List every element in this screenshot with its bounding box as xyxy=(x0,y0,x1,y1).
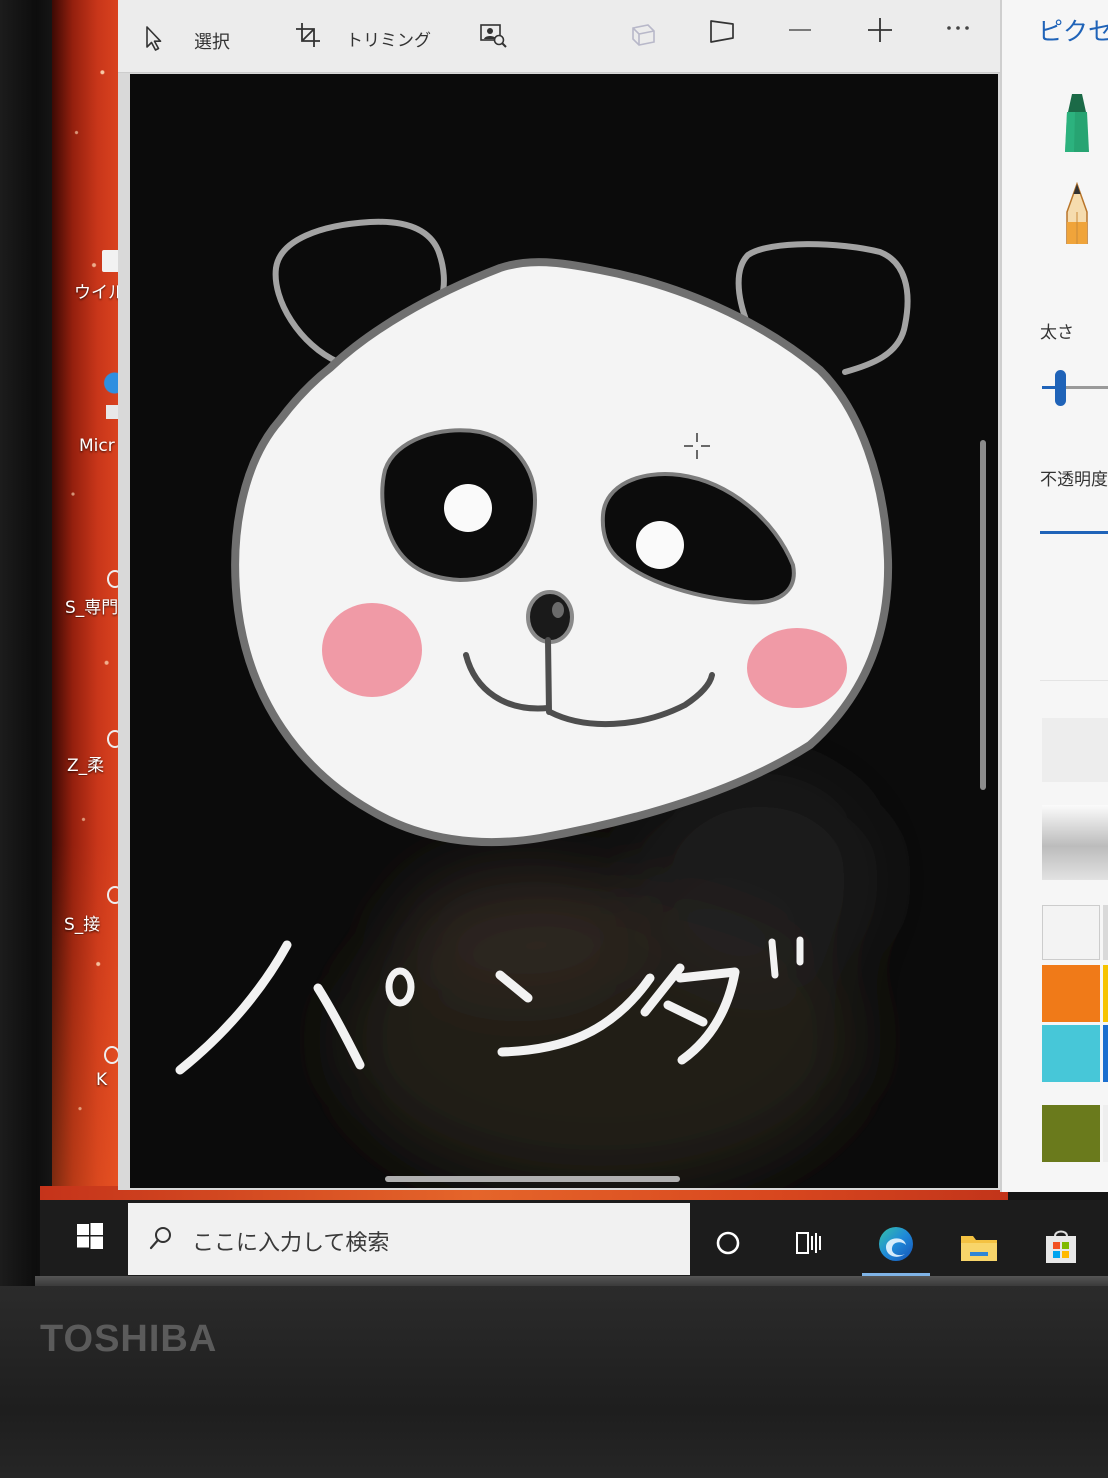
panel-title: ピクセ xyxy=(1038,17,1108,46)
windows-start-icon[interactable] xyxy=(77,1223,103,1249)
opacity-slider[interactable] xyxy=(1040,531,1108,534)
panda-face xyxy=(231,258,893,847)
panda-right-cheek xyxy=(747,628,847,708)
drawing-canvas[interactable] xyxy=(130,74,998,1188)
panda-left-pupil xyxy=(444,484,492,532)
color-swatch[interactable] xyxy=(1042,1105,1100,1162)
brand-logo: TOSHIBA xyxy=(40,1318,218,1360)
more-icon[interactable] xyxy=(943,13,973,43)
select-arrow-icon[interactable] xyxy=(138,23,168,53)
taskbar-search-box[interactable]: ここに入力して検索 xyxy=(128,1203,690,1275)
thickness-label: 太さ xyxy=(1040,323,1074,343)
3d-view-icon[interactable] xyxy=(707,17,737,47)
edge-icon[interactable] xyxy=(877,1225,915,1263)
pencil-icon[interactable] xyxy=(1060,182,1094,244)
horizontal-scrollbar-thumb[interactable] xyxy=(385,1176,680,1182)
paint3d-window: 選択 トリミング xyxy=(118,0,1000,1190)
magic-select-icon[interactable] xyxy=(478,20,508,50)
marker-icon[interactable] xyxy=(1057,92,1097,152)
color-swatch[interactable] xyxy=(1042,1025,1100,1082)
vertical-scrollbar-thumb[interactable] xyxy=(980,440,986,790)
laptop-bezel-bottom xyxy=(0,1286,1108,1478)
color-preview[interactable] xyxy=(1042,718,1108,782)
opacity-label: 不透明度 xyxy=(1040,470,1108,490)
color-swatch[interactable] xyxy=(1042,905,1100,960)
color-swatch[interactable] xyxy=(1103,1105,1108,1162)
color-swatch[interactable] xyxy=(1103,965,1108,1022)
panel-divider xyxy=(1040,680,1108,681)
windows-taskbar: ここに入力して検索 xyxy=(40,1200,1108,1278)
color-swatch[interactable] xyxy=(1103,905,1108,960)
search-placeholder: ここに入力して検索 xyxy=(192,1231,390,1256)
cortana-icon[interactable] xyxy=(715,1230,741,1256)
panda-nose xyxy=(526,590,574,644)
brush-side-panel: ピクセ 太さ 不透明度 xyxy=(1000,0,1108,1192)
zoom-out-icon[interactable] xyxy=(785,15,815,45)
paint-toolbar: 選択 トリミング xyxy=(118,0,1000,73)
task-view-icon[interactable] xyxy=(795,1230,823,1256)
desktop-wallpaper: ウイル Micr S_専門 Z_柔 S_接 K xyxy=(52,0,125,1205)
panda-right-pupil xyxy=(636,521,684,569)
panda-left-cheek xyxy=(322,603,422,697)
crop-label[interactable]: トリミング xyxy=(346,26,431,51)
screen-edge xyxy=(35,1276,1108,1286)
color-swatch[interactable] xyxy=(1042,965,1100,1022)
panda-nose-highlight xyxy=(552,602,564,618)
zoom-in-icon[interactable] xyxy=(865,15,895,45)
crop-icon[interactable] xyxy=(293,20,323,50)
select-label[interactable]: 選択 xyxy=(194,28,230,54)
file-explorer-icon[interactable] xyxy=(960,1232,998,1262)
store-icon[interactable] xyxy=(1043,1228,1079,1264)
mixed-reality-icon[interactable] xyxy=(628,20,658,50)
search-icon xyxy=(149,1227,171,1250)
color-gradient-swatch[interactable] xyxy=(1042,805,1108,880)
canvas-drawing xyxy=(175,218,986,1188)
color-swatch[interactable] xyxy=(1103,1025,1108,1082)
laptop-bezel-left xyxy=(0,0,52,1286)
thickness-slider-thumb[interactable] xyxy=(1055,370,1066,406)
